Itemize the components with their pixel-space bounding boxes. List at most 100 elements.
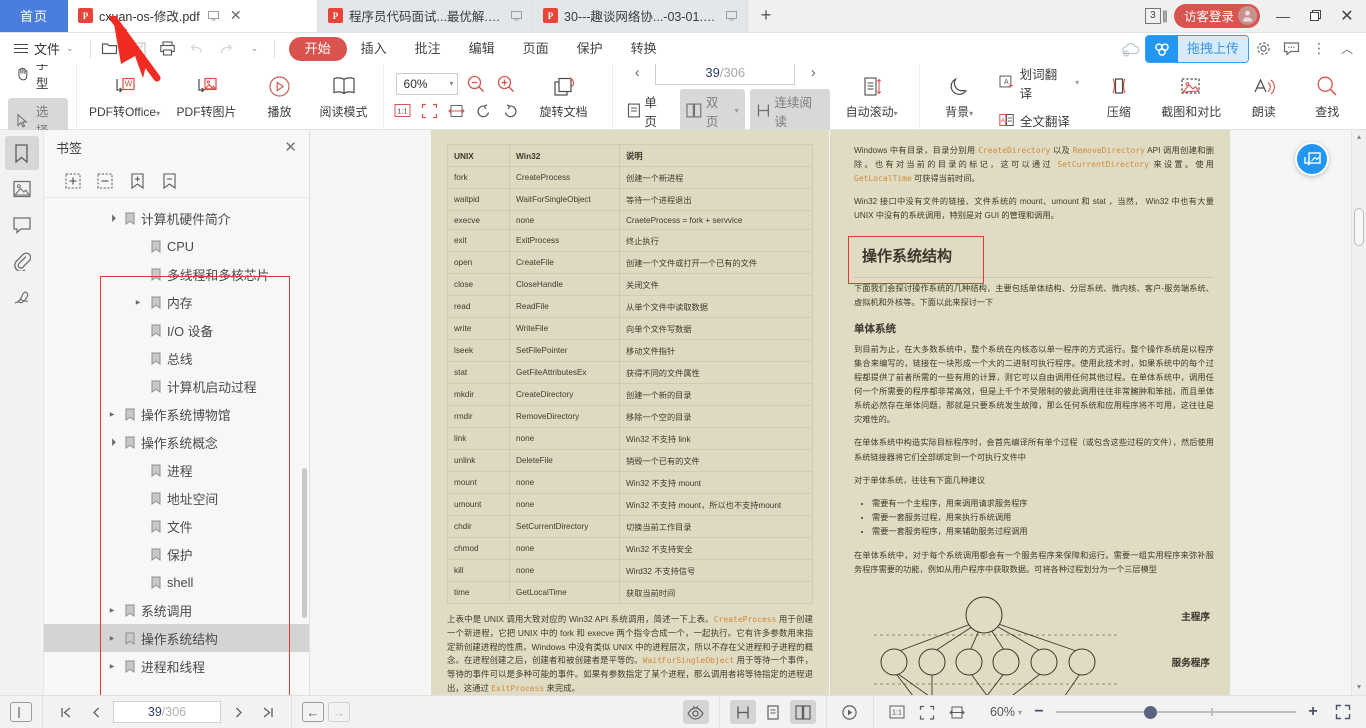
zoom-in-button[interactable] — [494, 72, 518, 96]
ribbon-tab-insert[interactable]: 插入 — [347, 37, 401, 61]
drag-upload-button[interactable]: 拖拽上传 — [1145, 35, 1248, 62]
rotate-left-button[interactable] — [473, 100, 495, 122]
bookmark-scrollbar[interactable] — [302, 468, 307, 618]
fit-page-button[interactable] — [419, 100, 441, 122]
document-tab-3[interactable]: P 30---趣谈网络协...-03-01.pdf — [533, 0, 748, 32]
word-translate-button[interactable]: A 划词翻译 ▾ — [992, 61, 1086, 105]
ribbon-tab-protect[interactable]: 保护 — [563, 37, 617, 61]
expand-all-icon[interactable] — [64, 172, 82, 190]
ribbon-tab-start[interactable]: 开始 — [288, 36, 347, 61]
status-play-button[interactable] — [837, 700, 863, 724]
pdf-to-image-button[interactable]: PDF转图片 — [167, 67, 247, 127]
scroll-thumb[interactable] — [1354, 208, 1364, 246]
ribbon-tab-annotate[interactable]: 批注 — [401, 37, 455, 61]
bookmark-item[interactable]: ▶ 系统调用 — [44, 596, 309, 624]
chevron-down-icon[interactable]: ◢ — [105, 211, 119, 225]
previous-page-button[interactable]: ‹ — [626, 61, 648, 85]
single-page-button[interactable]: 单页 — [621, 89, 676, 133]
compress-button[interactable]: 压缩 — [1088, 67, 1150, 127]
zoom-slider[interactable] — [1056, 705, 1296, 719]
rail-thumbnails[interactable] — [5, 172, 39, 206]
remove-bookmark-icon[interactable] — [160, 172, 178, 190]
bookmark-item[interactable]: ▶ 操作系统结构 — [44, 624, 309, 652]
fit-width-button[interactable] — [446, 100, 468, 122]
add-bookmark-icon[interactable] — [128, 172, 146, 190]
play-button[interactable]: 播放 — [249, 67, 311, 127]
chevron-right-icon[interactable]: ▶ — [132, 299, 144, 306]
tab-count-badge[interactable]: 3 ||| — [1144, 7, 1168, 24]
status-double-page-button[interactable] — [789, 700, 816, 724]
vertical-scrollbar[interactable]: ▲ ▼ — [1351, 130, 1366, 695]
tab-close-icon[interactable]: ✕ — [228, 7, 244, 24]
chevron-right-icon[interactable]: ▶ — [106, 607, 118, 614]
next-page-button[interactable]: › — [802, 61, 824, 85]
document-viewport[interactable]: UNIX Win32 说明 fork CreateProcess 创建一个新进程 wa… — [310, 130, 1351, 695]
page-extract-floating-button[interactable] — [1295, 142, 1329, 176]
bookmark-item[interactable]: 文件 — [44, 512, 309, 540]
cloud-icon[interactable] — [1118, 37, 1144, 61]
sidebar-toggle-button[interactable] — [10, 702, 32, 722]
home-tab[interactable]: 首页 — [0, 0, 68, 32]
bookmark-item[interactable]: ◢ 计算机硬件简介 — [44, 204, 309, 232]
close-button[interactable]: ✕ — [1332, 3, 1362, 29]
bookmark-item[interactable]: 多线程和多核芯片 — [44, 260, 309, 288]
bookmark-item[interactable]: 保护 — [44, 540, 309, 568]
auto-scroll-button[interactable]: 自动滚动▾ — [832, 67, 911, 127]
more-quick-access-icon[interactable]: ⌄ — [242, 37, 268, 61]
read-aloud-button[interactable]: 朗读 — [1233, 67, 1295, 127]
ribbon-tab-edit[interactable]: 编辑 — [455, 37, 509, 61]
background-button[interactable]: 背景▾ — [928, 67, 990, 127]
rail-bookmarks[interactable] — [4, 136, 39, 170]
slider-knob[interactable] — [1144, 705, 1157, 719]
bookmark-item[interactable]: shell — [44, 568, 309, 596]
page-number-input[interactable]: 39/306 — [655, 60, 796, 85]
tab-restore-icon[interactable] — [206, 8, 222, 24]
find-button[interactable]: 查找 — [1296, 67, 1358, 127]
snapshot-compare-button[interactable]: 截图和对比 — [1152, 67, 1231, 127]
bookmark-item[interactable]: I/O 设备 — [44, 316, 309, 344]
tab-restore-icon[interactable] — [508, 8, 524, 24]
bookmark-item[interactable]: 地址空间 — [44, 484, 309, 512]
document-tab-2[interactable]: P 程序员代码面试...最优解.pdf — [318, 0, 533, 32]
gear-icon[interactable] — [1250, 37, 1276, 61]
chevron-down-icon[interactable]: ◢ — [105, 435, 119, 449]
zoom-select[interactable]: 60% ▾ — [395, 72, 458, 95]
bookmark-item[interactable]: ◢ 操作系统概念 — [44, 428, 309, 456]
status-single-page-button[interactable] — [760, 700, 786, 724]
chevron-right-icon[interactable]: ▶ — [106, 411, 118, 418]
chevron-right-icon[interactable]: ▶ — [106, 663, 118, 670]
eye-protection-button[interactable] — [682, 700, 709, 724]
actual-size-button[interactable]: 1:1 — [392, 100, 414, 122]
pdf-to-office-button[interactable]: W PDF转Office▾ — [85, 67, 165, 127]
zoom-in-button[interactable]: + — [1304, 703, 1322, 721]
new-tab-button[interactable]: + — [748, 0, 784, 32]
bookmark-item[interactable]: ▶ 内存 — [44, 288, 309, 316]
zoom-out-button[interactable]: − — [1030, 703, 1048, 721]
continuous-read-button[interactable]: 连续阅读 — [749, 88, 830, 133]
first-page-button[interactable] — [53, 700, 79, 724]
fullscreen-button[interactable] — [1330, 700, 1356, 724]
prev-page-button[interactable] — [83, 700, 109, 724]
status-continuous-button[interactable] — [729, 700, 756, 724]
bookmark-item[interactable]: ▶ 进程和线程 — [44, 652, 309, 680]
ribbon-tab-page[interactable]: 页面 — [509, 37, 563, 61]
status-zoom-label[interactable]: 60% ▾ — [990, 705, 1022, 719]
collapse-ribbon-icon[interactable]: ︿ — [1334, 37, 1360, 61]
tab-restore-icon[interactable] — [723, 8, 739, 24]
collapse-all-icon[interactable] — [96, 172, 114, 190]
ribbon-tab-convert[interactable]: 转换 — [617, 37, 671, 61]
document-tab-1[interactable]: P cxuan-os-修改.pdf ✕ — [68, 0, 318, 32]
zoom-out-button[interactable] — [464, 72, 488, 96]
rail-attachments[interactable] — [5, 244, 39, 278]
more-vertical-icon[interactable]: ⋮ — [1306, 37, 1332, 61]
bookmark-item[interactable]: 计算机启动过程 — [44, 372, 309, 400]
status-actual-size-button[interactable]: 1:1 — [884, 700, 910, 724]
full-translate-button[interactable]: A 全文翻译 — [992, 108, 1086, 133]
scroll-up-arrow[interactable]: ▲ — [1352, 130, 1366, 145]
minimize-button[interactable]: — — [1268, 3, 1298, 29]
open-icon[interactable] — [97, 37, 123, 61]
scroll-down-arrow[interactable]: ▼ — [1352, 680, 1366, 695]
bookmark-item[interactable]: 进程 — [44, 456, 309, 484]
status-page-input[interactable]: 39/306 — [113, 701, 221, 723]
last-page-button[interactable] — [255, 700, 281, 724]
